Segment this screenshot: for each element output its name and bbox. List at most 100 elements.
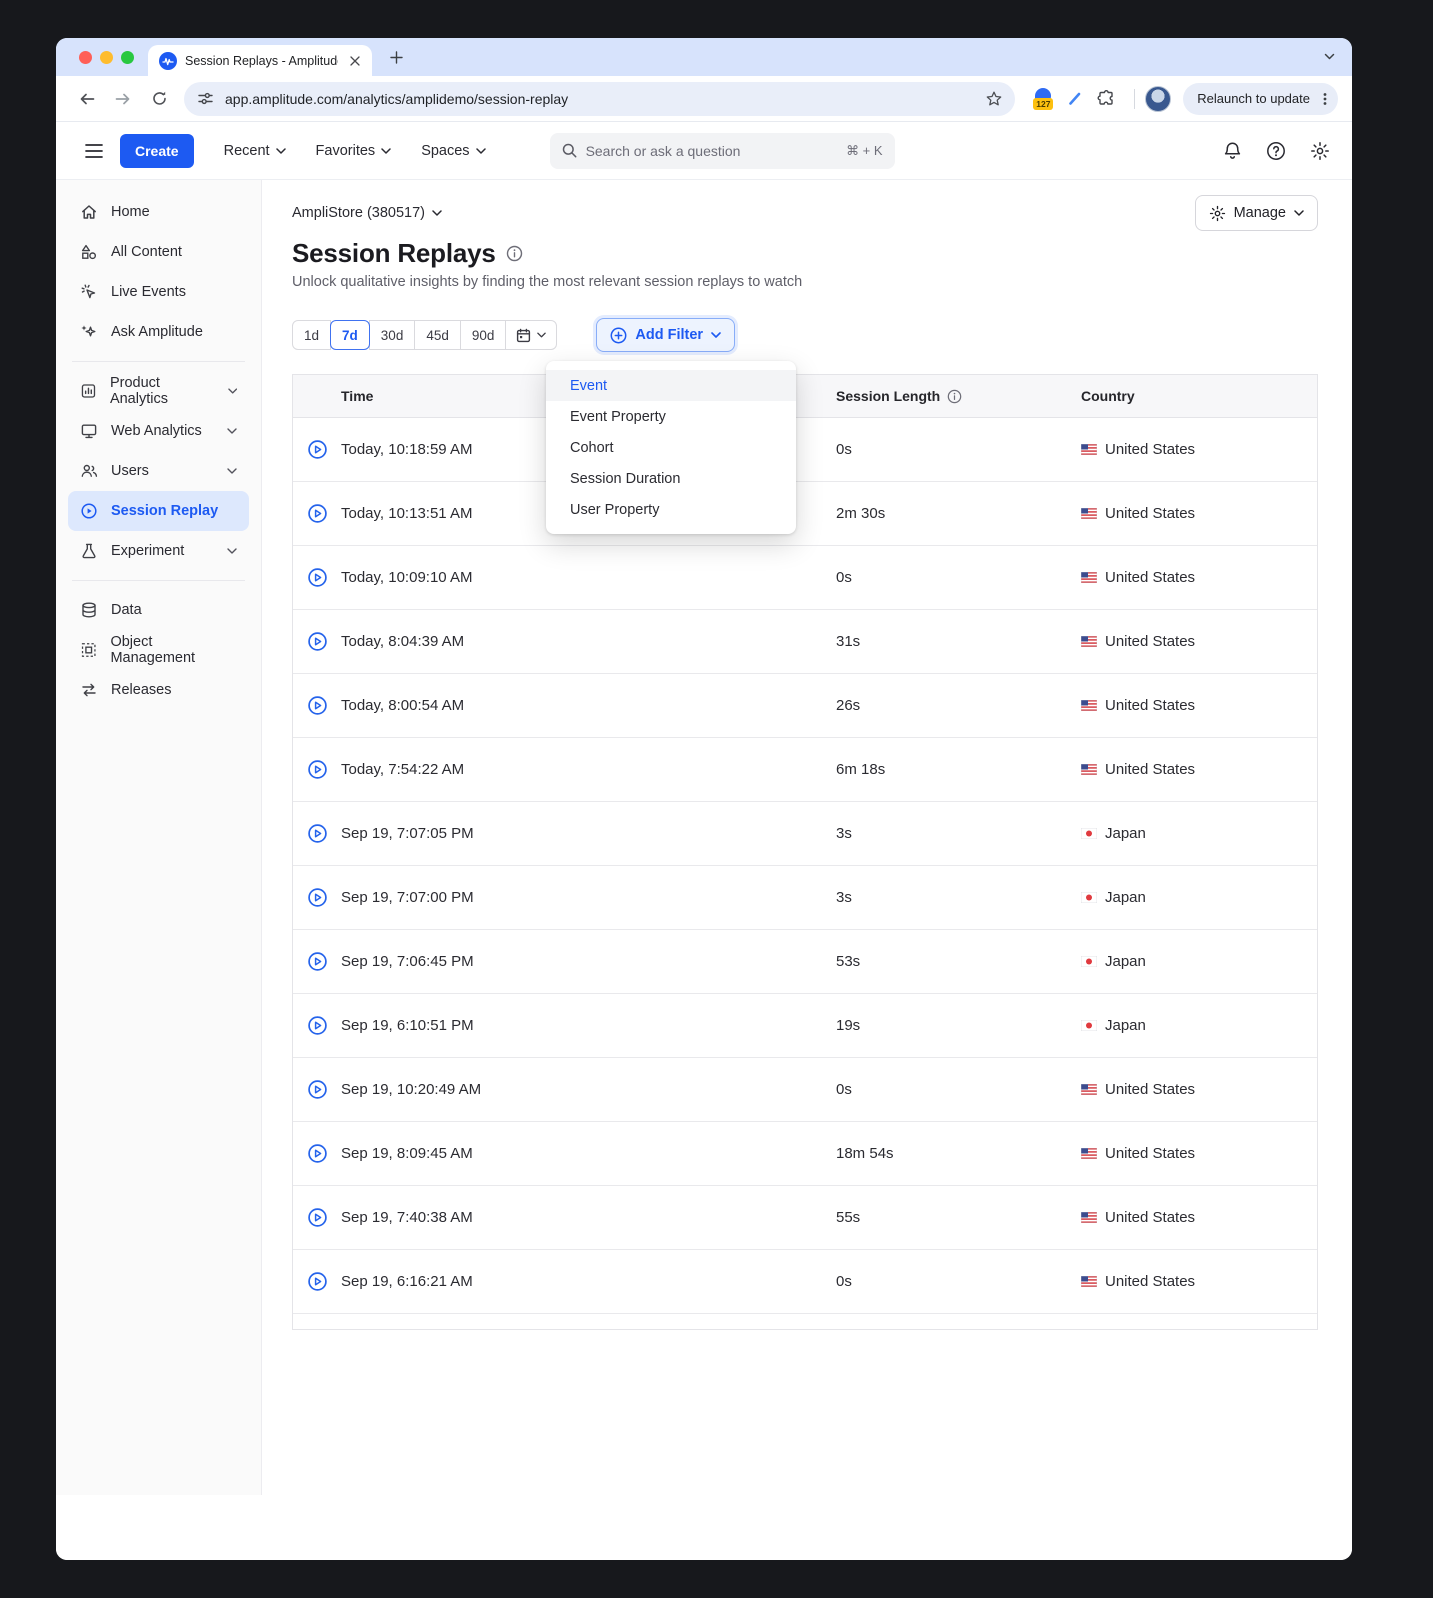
cell-country: United States — [1081, 569, 1317, 586]
filter-menu-item-event-property[interactable]: Event Property — [546, 401, 796, 432]
play-replay-icon[interactable] — [307, 887, 328, 908]
sidebar-item-web-analytics[interactable]: Web Analytics — [68, 411, 249, 451]
play-replay-icon[interactable] — [307, 1143, 328, 1164]
sidebar: Home All Content Live Events Ask Amplitu… — [56, 180, 262, 1495]
play-replay-icon[interactable] — [307, 1079, 328, 1100]
reload-icon[interactable] — [142, 82, 176, 116]
password-extension-icon[interactable]: 127 — [1033, 87, 1054, 110]
filter-menu-item-session-duration[interactable]: Session Duration — [546, 463, 796, 494]
info-icon[interactable] — [506, 245, 523, 262]
url-text[interactable]: app.amplitude.com/analytics/amplidemo/se… — [225, 91, 974, 107]
play-replay-icon[interactable] — [307, 631, 328, 652]
tab-search-icon[interactable] — [1323, 50, 1336, 63]
sidebar-item-live-events[interactable]: Live Events — [68, 272, 249, 312]
table-row[interactable]: Sep 19, 10:20:49 AM 0s United States — [293, 1058, 1317, 1122]
table-row[interactable]: Today, 8:00:54 AM 26s United States — [293, 674, 1317, 738]
favorites-menu[interactable]: Favorites — [316, 143, 392, 159]
filter-menu-item-user-property[interactable]: User Property — [546, 494, 796, 525]
project-selector[interactable]: AmpliStore (380517) — [292, 205, 442, 221]
pen-extension-icon[interactable] — [1067, 91, 1083, 107]
play-replay-icon[interactable] — [307, 759, 328, 780]
spaces-menu[interactable]: Spaces — [421, 143, 486, 159]
sidebar-divider — [72, 580, 245, 581]
table-row[interactable]: Sep 19, 7:40:38 AM 55s United States — [293, 1186, 1317, 1250]
table-row[interactable]: Sep 19, 6:16:21 AM 0s United States — [293, 1250, 1317, 1314]
cell-country: Japan — [1081, 1017, 1317, 1034]
table-row[interactable]: Today, 8:04:39 AM 31s United States — [293, 610, 1317, 674]
sidebar-item-home[interactable]: Home — [68, 192, 249, 232]
add-filter-button[interactable]: Add Filter — [596, 318, 736, 352]
sidebar-item-users[interactable]: Users — [68, 451, 249, 491]
play-replay-icon[interactable] — [307, 1207, 328, 1228]
play-replay-icon[interactable] — [307, 1271, 328, 1292]
notifications-bell-icon[interactable] — [1223, 141, 1242, 161]
recent-menu[interactable]: Recent — [224, 143, 286, 159]
play-replay-icon[interactable] — [307, 1015, 328, 1036]
play-replay-icon[interactable] — [307, 503, 328, 524]
filter-menu-item-event[interactable]: Event — [546, 370, 796, 401]
sidebar-item-experiment[interactable]: Experiment — [68, 531, 249, 571]
range-button-30d[interactable]: 30d — [368, 320, 416, 350]
close-window-button[interactable] — [79, 51, 92, 64]
table-row[interactable]: Today, 10:18:59 AM 0s United States — [293, 418, 1317, 482]
manage-button[interactable]: Manage — [1194, 195, 1318, 231]
profile-avatar[interactable] — [1145, 85, 1172, 112]
forward-icon[interactable] — [106, 82, 140, 116]
fullscreen-window-button[interactable] — [121, 51, 134, 64]
global-search[interactable]: ⌘ + K — [549, 132, 895, 169]
cell-time: Sep 19, 7:07:05 PM — [341, 825, 474, 842]
play-replay-icon[interactable] — [307, 823, 328, 844]
browser-tab[interactable]: Session Replays - Amplitude — [148, 45, 372, 76]
table-row[interactable]: Sep 19, 7:07:00 PM 3s Japan — [293, 866, 1317, 930]
table-row[interactable]: Sep 19, 6:10:51 PM 19s Japan — [293, 994, 1317, 1058]
create-button[interactable]: Create — [120, 133, 194, 168]
database-icon — [82, 602, 96, 618]
us-flag-icon — [1081, 572, 1097, 583]
back-icon[interactable] — [70, 82, 104, 116]
play-replay-icon[interactable] — [307, 695, 328, 716]
search-input[interactable] — [585, 142, 838, 159]
range-button-45d[interactable]: 45d — [414, 320, 461, 350]
browser-window: Session Replays - Amplitude app.amplitud… — [56, 38, 1352, 1560]
sidebar-item-ask-amplitude[interactable]: Ask Amplitude — [68, 312, 249, 352]
range-button-1d[interactable]: 1d — [292, 320, 332, 350]
cell-country: Japan — [1081, 889, 1317, 906]
sidebar-item-data[interactable]: Data — [68, 590, 249, 630]
custom-date-button[interactable] — [505, 320, 558, 350]
range-button-7d[interactable]: 7d — [330, 320, 370, 350]
sidebar-item-releases[interactable]: Releases — [68, 670, 249, 710]
minimize-window-button[interactable] — [100, 51, 113, 64]
extensions-puzzle-icon[interactable] — [1097, 89, 1116, 108]
table-row[interactable]: Today, 7:54:22 AM 6m 18s United States — [293, 738, 1317, 802]
filter-menu-item-cohort[interactable]: Cohort — [546, 432, 796, 463]
sidebar-item-object-management[interactable]: Object Management — [68, 630, 249, 670]
object-icon — [81, 643, 96, 657]
bookmark-star-icon[interactable] — [985, 90, 1003, 108]
info-icon[interactable] — [947, 389, 962, 404]
play-replay-icon[interactable] — [307, 951, 328, 972]
settings-gear-icon[interactable] — [1310, 141, 1330, 161]
relaunch-button[interactable]: Relaunch to update — [1183, 82, 1338, 115]
browser-menu-kebab-icon[interactable] — [1318, 91, 1332, 107]
range-button-90d[interactable]: 90d — [459, 320, 507, 350]
nav-right-icons — [1223, 141, 1330, 161]
sidebar-item-product-analytics[interactable]: Product Analytics — [68, 371, 249, 411]
table-row[interactable]: Today, 10:09:10 AM 0s United States — [293, 546, 1317, 610]
table-row[interactable]: Sep 19, 8:09:45 AM 18m 54s United States — [293, 1122, 1317, 1186]
site-settings-icon[interactable] — [197, 90, 214, 107]
browser-tab-strip: Session Replays - Amplitude — [56, 38, 1352, 76]
sidebar-item-all-content[interactable]: All Content — [68, 232, 249, 272]
table-row[interactable]: Sep 19, 7:07:05 PM 3s Japan — [293, 802, 1317, 866]
url-bar[interactable]: app.amplitude.com/analytics/amplidemo/se… — [184, 81, 1016, 116]
play-replay-icon[interactable] — [307, 567, 328, 588]
manage-label: Manage — [1233, 205, 1286, 221]
sidebar-item-session-replay[interactable]: Session Replay — [68, 491, 249, 531]
table-row[interactable]: Today, 10:13:51 AM 2m 30s United States — [293, 482, 1317, 546]
play-replay-icon[interactable] — [307, 439, 328, 460]
page-subtitle: Unlock qualitative insights by finding t… — [292, 274, 803, 290]
table-row[interactable]: Sep 19, 7:06:45 PM 53s Japan — [293, 930, 1317, 994]
help-icon[interactable] — [1266, 141, 1286, 161]
new-tab-button[interactable] — [384, 45, 408, 69]
tab-close-icon[interactable] — [346, 54, 364, 68]
hamburger-menu-icon[interactable] — [76, 133, 112, 169]
